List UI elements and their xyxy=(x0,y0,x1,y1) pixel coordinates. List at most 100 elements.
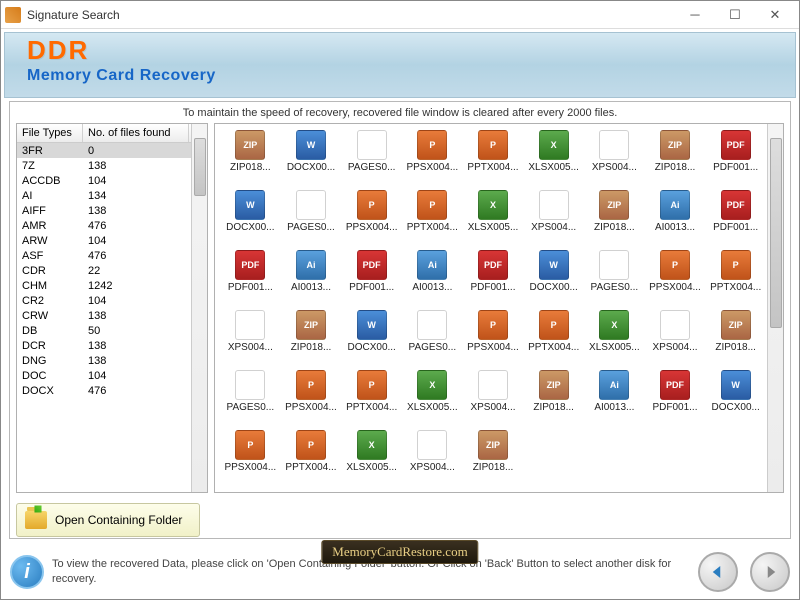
file-type-row[interactable]: AIFF138 xyxy=(17,203,191,218)
col-files-found[interactable]: No. of files found xyxy=(83,124,189,142)
file-name: XLSX005... xyxy=(528,162,579,173)
file-item[interactable]: ZIP ZIP018... xyxy=(646,130,705,188)
close-button[interactable]: ✕ xyxy=(755,4,795,26)
file-name: PDF001... xyxy=(652,402,697,413)
file-type-icon: PDF xyxy=(660,370,690,400)
file-type-icon: X xyxy=(357,430,387,460)
file-item[interactable]: XXLSX005... xyxy=(524,130,583,188)
file-item[interactable]: PPPTX004... xyxy=(342,370,401,428)
file-name: ZIP018... xyxy=(594,222,635,233)
file-item[interactable]: PAGES0... xyxy=(403,310,462,368)
file-item[interactable]: PPPSX004... xyxy=(221,430,280,488)
file-type-row[interactable]: AMR476 xyxy=(17,218,191,233)
file-item[interactable]: PPPSX004... xyxy=(403,130,462,188)
open-containing-folder-button[interactable]: Open Containing Folder xyxy=(16,503,200,537)
col-file-types[interactable]: File Types xyxy=(17,124,83,142)
recovered-files-panel: ZIPZIP018...WDOCX00...PAGES0...PPPSX004.… xyxy=(214,123,784,493)
file-item[interactable]: PDFPDF001... xyxy=(342,250,401,308)
file-type-icon: X xyxy=(417,370,447,400)
file-item[interactable]: PDFPDF001... xyxy=(706,190,765,248)
file-item[interactable]: XPS004... xyxy=(646,310,705,368)
file-name: PPSX004... xyxy=(346,222,398,233)
file-type-icon: ZIP xyxy=(599,190,629,220)
file-item[interactable]: PPPSX004... xyxy=(282,370,341,428)
file-item[interactable]: PPPTX004... xyxy=(524,310,583,368)
file-item[interactable]: PAGES0... xyxy=(585,250,644,308)
file-type-row[interactable]: CR2104 xyxy=(17,293,191,308)
file-type-row[interactable]: ACCDB104 xyxy=(17,173,191,188)
file-type-row[interactable]: CDR22 xyxy=(17,263,191,278)
file-item[interactable]: XXLSX005... xyxy=(464,190,523,248)
file-item[interactable]: ZIPZIP018... xyxy=(282,310,341,368)
file-item[interactable]: PDFPDF001... xyxy=(706,130,765,188)
file-item[interactable]: WDOCX00... xyxy=(221,190,280,248)
file-type-icon: W xyxy=(296,130,326,160)
file-type-row[interactable]: ARW104 xyxy=(17,233,191,248)
file-type-row[interactable]: DB50 xyxy=(17,323,191,338)
file-item[interactable]: AiAI0013... xyxy=(403,250,462,308)
file-type-row[interactable]: CRW138 xyxy=(17,308,191,323)
info-bar: To maintain the speed of recovery, recov… xyxy=(10,102,790,123)
file-item[interactable]: AiAI0013... xyxy=(282,250,341,308)
file-item[interactable]: PPPSX004... xyxy=(464,310,523,368)
file-type-row[interactable]: DOC104 xyxy=(17,368,191,383)
file-item[interactable]: X XLSX005... xyxy=(403,370,462,428)
file-item[interactable]: ZIPZIP018... xyxy=(221,130,280,188)
file-item[interactable]: PDF PDF001... xyxy=(646,370,705,428)
file-item[interactable]: XPS004... xyxy=(464,370,523,428)
file-item[interactable]: PPPTX004... xyxy=(464,130,523,188)
file-item[interactable]: PDFPDF001... xyxy=(221,250,280,308)
file-item[interactable]: WDOCX00... xyxy=(282,130,341,188)
file-type-row[interactable]: DCR138 xyxy=(17,338,191,353)
file-item[interactable]: PAGES0... xyxy=(282,190,341,248)
file-item[interactable]: AiAI0013... xyxy=(585,370,644,428)
forward-button[interactable] xyxy=(750,552,790,592)
file-item[interactable]: XXLSX005... xyxy=(342,430,401,488)
file-item[interactable]: XPS004... xyxy=(524,190,583,248)
titlebar: Signature Search ─ ☐ ✕ xyxy=(1,1,799,29)
maximize-button[interactable]: ☐ xyxy=(715,4,755,26)
file-types-scrollbar[interactable] xyxy=(191,124,207,492)
file-item[interactable]: AiAI0013... xyxy=(646,190,705,248)
file-item[interactable]: ZIP ZIP018... xyxy=(585,190,644,248)
file-type-icon xyxy=(660,310,690,340)
file-item[interactable]: WDOCX00... xyxy=(706,370,765,428)
file-name: ZIP018... xyxy=(655,162,696,173)
file-type-icon: W xyxy=(539,250,569,280)
file-item[interactable]: PPPSX004... xyxy=(342,190,401,248)
minimize-button[interactable]: ─ xyxy=(675,4,715,26)
back-button[interactable] xyxy=(698,552,738,592)
file-item[interactable]: ZIPZIP018... xyxy=(706,310,765,368)
file-type-row[interactable]: CHM1242 xyxy=(17,278,191,293)
file-item[interactable]: PPPSX004... xyxy=(646,250,705,308)
file-name: DOCX00... xyxy=(226,222,274,233)
file-item[interactable]: WDOCX00... xyxy=(342,310,401,368)
file-name: XLSX005... xyxy=(407,402,458,413)
file-name: DOCX00... xyxy=(347,342,395,353)
file-type-row[interactable]: 7Z138 xyxy=(17,158,191,173)
file-type-icon: P xyxy=(357,370,387,400)
file-type-icon: ZIP xyxy=(478,430,508,460)
file-item[interactable]: XPS004... xyxy=(585,130,644,188)
file-type-icon: ZIP xyxy=(660,130,690,160)
file-item[interactable]: XXLSX005... xyxy=(585,310,644,368)
file-name: PPTX004... xyxy=(285,462,336,473)
file-type-icon: ZIP xyxy=(235,130,265,160)
file-type-row[interactable]: 3FR0 xyxy=(17,143,191,158)
file-type-row[interactable]: DNG138 xyxy=(17,353,191,368)
file-item[interactable]: PPPTX004... xyxy=(282,430,341,488)
file-type-row[interactable]: DOCX476 xyxy=(17,383,191,398)
file-type-row[interactable]: ASF476 xyxy=(17,248,191,263)
file-item[interactable]: PAGES0... xyxy=(342,130,401,188)
file-item[interactable]: PPPTX004... xyxy=(706,250,765,308)
files-scrollbar[interactable] xyxy=(767,124,783,492)
file-item[interactable]: ZIPZIP018... xyxy=(464,430,523,488)
file-item[interactable]: WDOCX00... xyxy=(524,250,583,308)
file-item[interactable]: PAGES0... xyxy=(221,370,280,428)
file-item[interactable]: XPS004... xyxy=(221,310,280,368)
file-item[interactable]: ZIPZIP018... xyxy=(524,370,583,428)
file-item[interactable]: PDFPDF001... xyxy=(464,250,523,308)
file-type-row[interactable]: AI134 xyxy=(17,188,191,203)
file-item[interactable]: XPS004... xyxy=(403,430,462,488)
file-item[interactable]: PPPTX004... xyxy=(403,190,462,248)
